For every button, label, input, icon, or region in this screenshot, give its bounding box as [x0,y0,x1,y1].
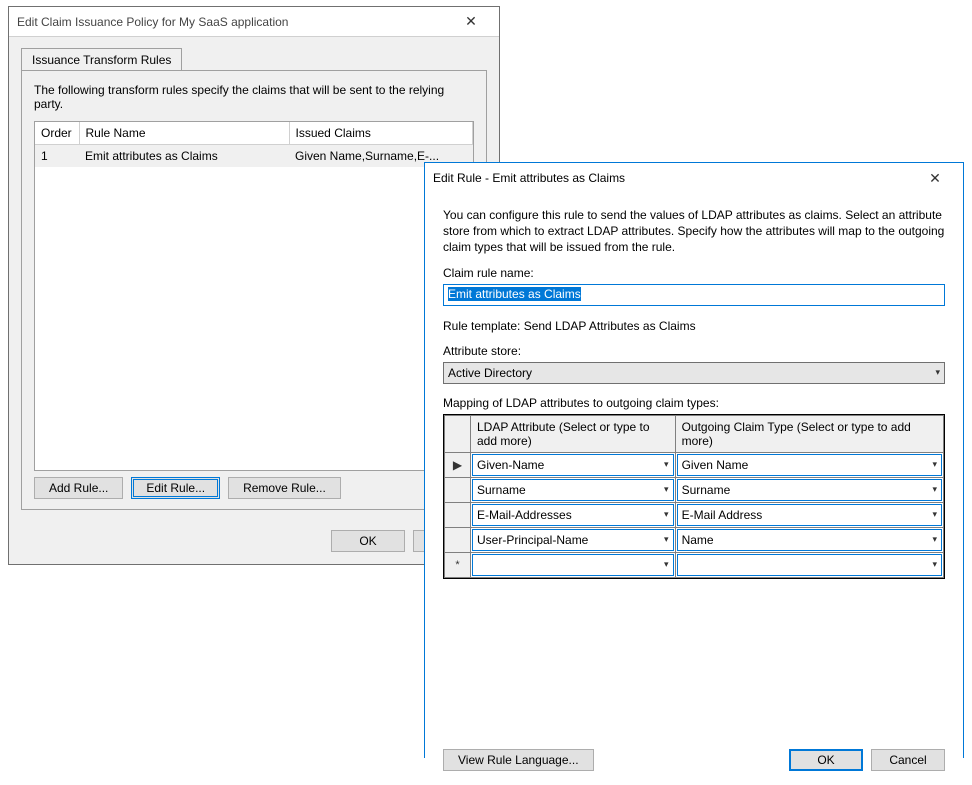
label-mapping: Mapping of LDAP attributes to outgoing c… [443,396,945,410]
mapping-row: Surname▾ Surname▾ [445,477,944,502]
row-marker [445,527,471,552]
mapping-row-new: * ▾ ▾ [445,552,944,577]
claim-type-combo[interactable]: Given Name▾ [677,454,942,476]
chevron-down-icon: ▾ [932,484,937,495]
ldap-attr-combo[interactable]: ▾ [472,554,674,576]
label-claim-rule-name: Claim rule name: [443,266,945,280]
row-marker: ▶ [445,452,471,477]
attribute-store-value: Active Directory [448,366,532,380]
chevron-down-icon: ▾ [664,459,669,470]
policy-title: Edit Claim Issuance Policy for My SaaS a… [17,15,451,29]
claim-rule-name-input[interactable]: Emit attributes as Claims [443,284,945,306]
chevron-down-icon: ▾ [932,459,937,470]
row-marker [445,477,471,502]
table-row[interactable]: 1 Emit attributes as Claims Given Name,S… [35,145,473,168]
mapping-row: E-Mail-Addresses▾ E-Mail Address▾ [445,502,944,527]
ok-button[interactable]: OK [789,749,863,771]
chevron-down-icon: ▾ [664,484,669,495]
chevron-down-icon: ▾ [664,509,669,520]
row-marker [445,502,471,527]
close-icon[interactable]: ✕ [451,13,491,30]
col-issued-claims: Issued Claims [289,122,473,145]
remove-rule-button[interactable]: Remove Rule... [228,477,341,499]
rule-template-text: Rule template: Send LDAP Attributes as C… [443,318,945,334]
ok-button[interactable]: OK [331,530,405,552]
col-rule-name: Rule Name [79,122,289,145]
claim-type-combo[interactable]: E-Mail Address▾ [677,504,942,526]
row-marker-new: * [445,552,471,577]
tab-strip: Issuance Transform Rules [21,47,487,71]
tab-page: The following transform rules specify th… [21,70,487,510]
attribute-store-combo[interactable]: Active Directory ▾ [443,362,945,384]
chevron-down-icon: ▾ [664,559,669,570]
cell-order: 1 [35,145,79,168]
ldap-attr-combo[interactable]: E-Mail-Addresses▾ [472,504,674,526]
claim-type-combo[interactable]: Name▾ [677,529,942,551]
rule-body: You can configure this rule to send the … [425,193,963,785]
cancel-button[interactable]: Cancel [871,749,945,771]
mapping-row: ▶ Given-Name▾ Given Name▾ [445,452,944,477]
mapping-row: User-Principal-Name▾ Name▾ [445,527,944,552]
ldap-attr-combo[interactable]: User-Principal-Name▾ [472,529,674,551]
rule-title: Edit Rule - Emit attributes as Claims [433,171,915,185]
rule-titlebar: Edit Rule - Emit attributes as Claims ✕ [425,163,963,193]
rule-description: You can configure this rule to send the … [443,207,945,256]
ldap-attr-combo[interactable]: Given-Name▾ [472,454,674,476]
chevron-down-icon: ▾ [664,534,669,545]
label-attribute-store: Attribute store: [443,344,945,358]
mapping-grid: LDAP Attribute (Select or type to add mo… [443,414,945,579]
ldap-attr-combo[interactable]: Surname▾ [472,479,674,501]
cell-rule-name: Emit attributes as Claims [79,145,289,168]
tab-issuance-transform-rules[interactable]: Issuance Transform Rules [21,48,182,72]
rule-buttons: Add Rule... Edit Rule... Remove Rule... [34,477,341,499]
col-ldap-attribute: LDAP Attribute (Select or type to add mo… [471,415,676,452]
policy-titlebar: Edit Claim Issuance Policy for My SaaS a… [9,7,499,37]
close-icon[interactable]: ✕ [915,170,955,187]
intro-text: The following transform rules specify th… [34,83,474,111]
chevron-down-icon: ▾ [932,559,937,570]
col-order: Order [35,122,79,145]
edit-rule-dialog: Edit Rule - Emit attributes as Claims ✕ … [424,162,964,758]
claim-type-combo[interactable]: ▾ [677,554,942,576]
claim-rule-name-value: Emit attributes as Claims [448,287,581,301]
edit-rule-button[interactable]: Edit Rule... [131,477,220,499]
view-rule-language-button[interactable]: View Rule Language... [443,749,594,771]
rules-grid[interactable]: Order Rule Name Issued Claims 1 Emit att… [34,121,474,471]
chevron-down-icon: ▾ [932,534,937,545]
add-rule-button[interactable]: Add Rule... [34,477,123,499]
claim-type-combo[interactable]: Surname▾ [677,479,942,501]
chevron-down-icon: ▾ [932,509,937,520]
chevron-down-icon: ▾ [935,367,940,378]
rule-footer: View Rule Language... OK Cancel [443,749,945,771]
mapping-corner [445,415,471,452]
col-outgoing-claim: Outgoing Claim Type (Select or type to a… [675,415,943,452]
